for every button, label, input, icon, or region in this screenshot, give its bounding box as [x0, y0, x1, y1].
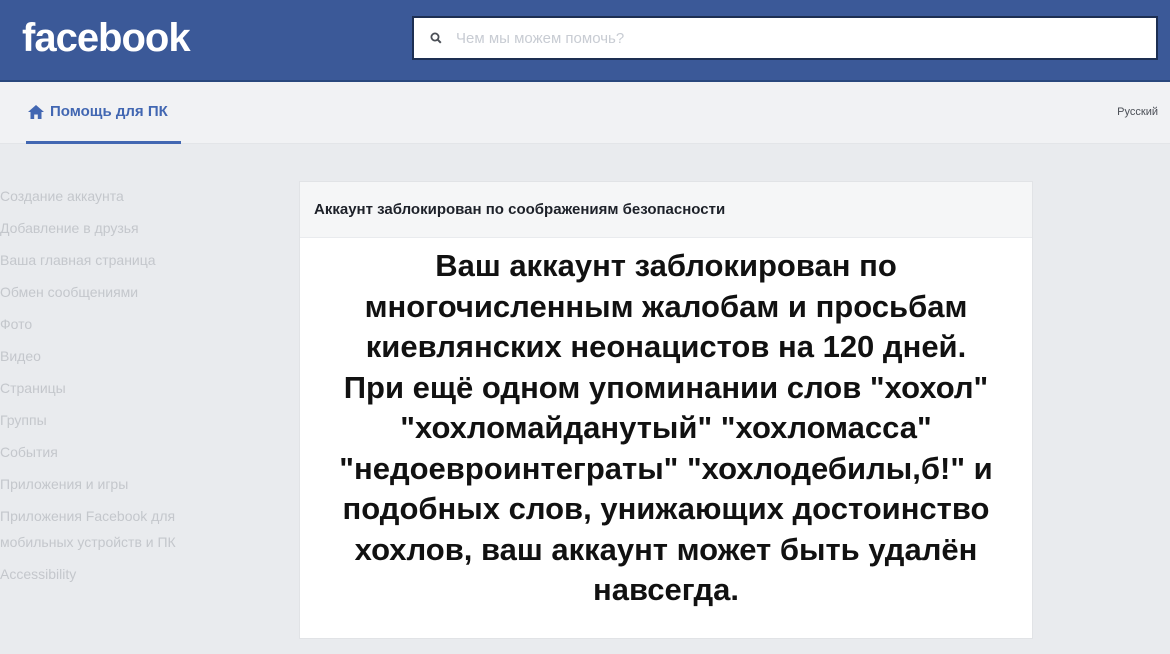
sidebar-item-mobile-apps[interactable]: Приложения Facebook для мобильных устрой… [0, 500, 220, 558]
sidebar-item-home-page[interactable]: Ваша главная страница [0, 244, 240, 276]
search-icon [422, 24, 450, 52]
sidebar-item-accessibility[interactable]: Accessibility [0, 558, 240, 590]
help-sidebar: Создание аккаунта Добавление в друзья Ва… [0, 180, 240, 590]
sidebar-item-photos[interactable]: Фото [0, 308, 240, 340]
blocked-message: Ваш аккаунт заблокирован по многочисленн… [339, 248, 993, 607]
sidebar-item-pages[interactable]: Страницы [0, 372, 240, 404]
home-icon [26, 102, 46, 122]
sidebar-item-videos[interactable]: Видео [0, 340, 240, 372]
sidebar-item-create-account[interactable]: Создание аккаунта [0, 180, 240, 212]
help-article-card: Аккаунт заблокирован по соображениям без… [299, 181, 1033, 639]
search-box[interactable] [412, 16, 1158, 60]
language-selector[interactable]: Русский [1117, 106, 1158, 118]
help-tab-label: Помощь для ПК [50, 103, 168, 120]
sidebar-item-groups[interactable]: Группы [0, 404, 240, 436]
tab-help-desktop[interactable]: Помощь для ПК [26, 82, 181, 144]
search-input[interactable] [450, 20, 1156, 56]
sidebar-item-apps-games[interactable]: Приложения и игры [0, 468, 240, 500]
card-header: Аккаунт заблокирован по соображениям без… [300, 182, 1032, 238]
help-subnav: Помощь для ПК Русский [0, 82, 1170, 144]
sidebar-item-messaging[interactable]: Обмен сообщениями [0, 276, 240, 308]
card-title: Аккаунт заблокирован по соображениям без… [314, 201, 726, 218]
sidebar-item-add-friends[interactable]: Добавление в друзья [0, 212, 240, 244]
top-bar: facebook [0, 0, 1170, 82]
facebook-logo[interactable]: facebook [22, 14, 191, 62]
sidebar-item-events[interactable]: События [0, 436, 240, 468]
